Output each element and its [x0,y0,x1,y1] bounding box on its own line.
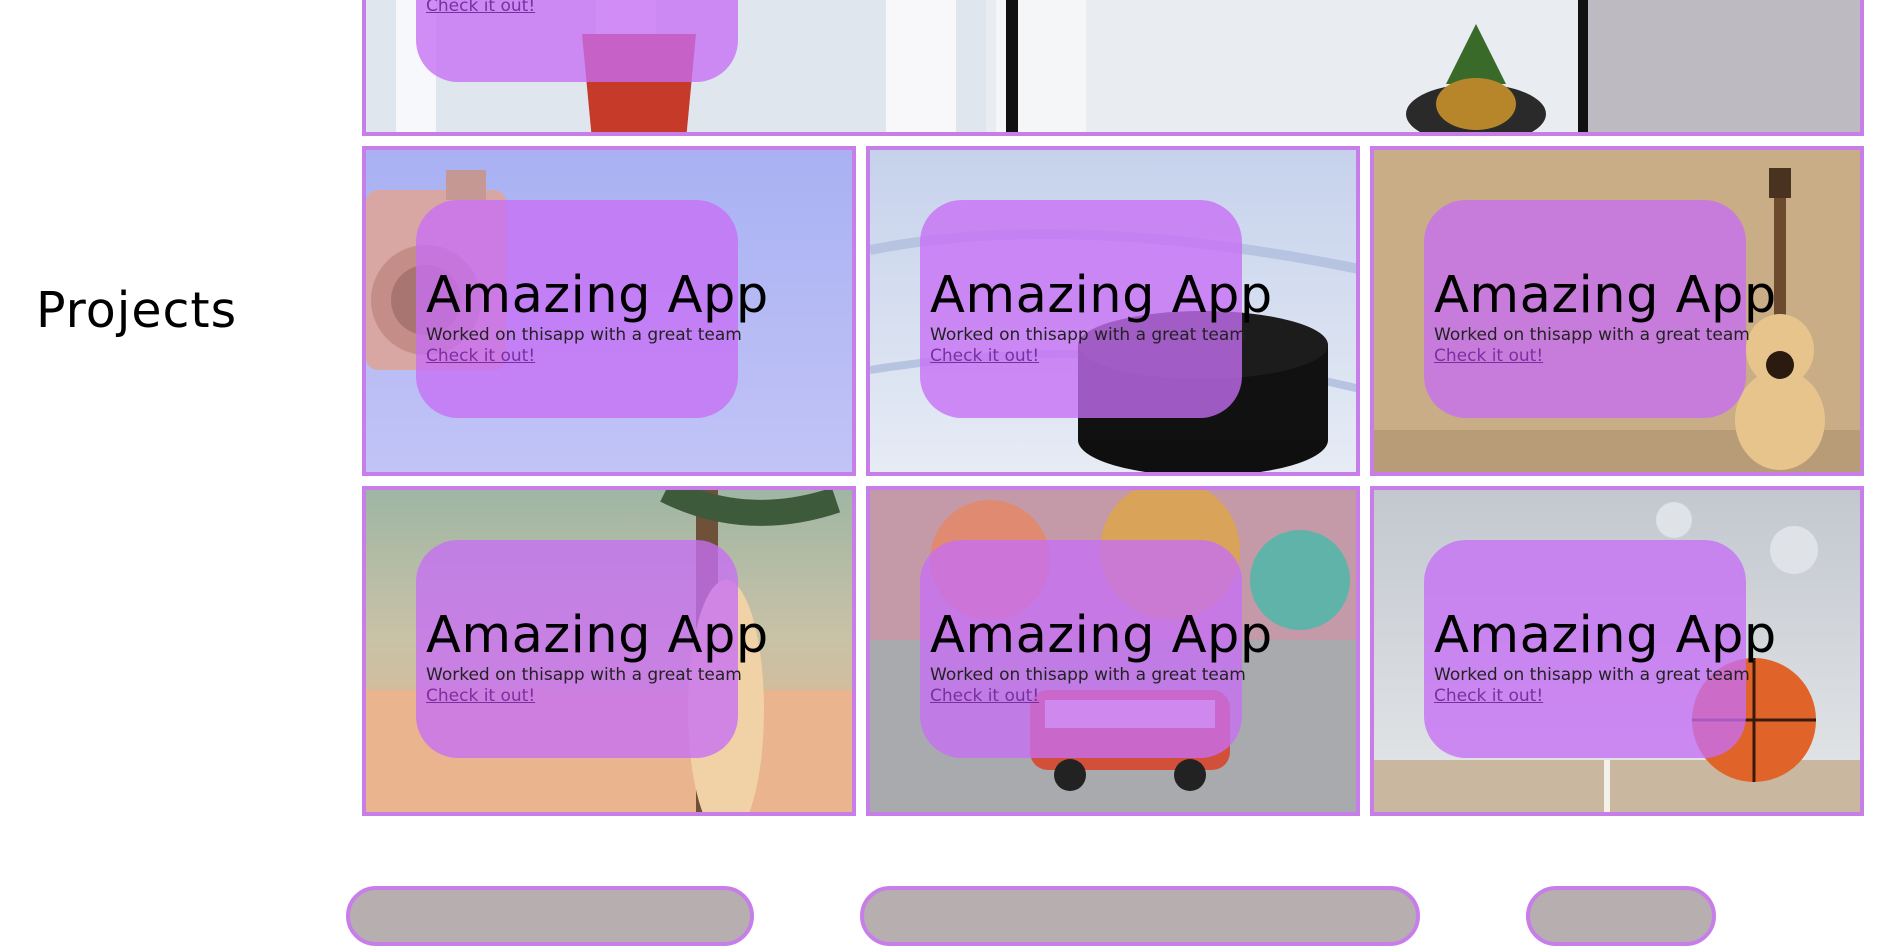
check-it-out-link[interactable]: Check it out! [1434,346,1543,366]
project-title: Amazing App [426,606,769,665]
check-it-out-link[interactable]: Check it out! [1434,686,1543,706]
project-title: Amazing App [426,266,769,325]
project-description: Worked on thisapp with a great team [426,665,742,685]
project-description: Worked on thisapp with a great team [930,665,1246,685]
check-it-out-link[interactable]: Check it out! [930,346,1039,366]
check-it-out-link[interactable]: Check it out! [426,686,535,706]
project-tile-featured: Check it out! [362,0,1864,136]
project-title: Amazing App [1434,606,1777,665]
bottom-pill [1526,886,1716,946]
project-tile: Amazing App Worked on thisapp with a gre… [362,486,856,816]
project-tile: Amazing App Worked on thisapp with a gre… [866,146,1360,476]
project-tile: Amazing App Worked on thisapp with a gre… [1370,146,1864,476]
project-tile: Amazing App Worked on thisapp with a gre… [362,146,856,476]
project-title: Amazing App [930,606,1273,665]
project-description: Worked on thisapp with a great team [1434,665,1750,685]
project-tile: Amazing App Worked on thisapp with a gre… [1370,486,1864,816]
check-it-out-link[interactable]: Check it out! [426,0,535,16]
section-title: Projects [36,282,238,339]
check-it-out-link[interactable]: Check it out! [930,686,1039,706]
project-description: Worked on thisapp with a great team [426,325,742,345]
project-description: Worked on thisapp with a great team [930,325,1246,345]
bottom-pill [346,886,754,946]
project-title: Amazing App [930,266,1273,325]
project-tile: Amazing App Worked on thisapp with a gre… [866,486,1360,816]
project-title: Amazing App [1434,266,1777,325]
bottom-pill [860,886,1420,946]
check-it-out-link[interactable]: Check it out! [426,346,535,366]
project-description: Worked on thisapp with a great team [1434,325,1750,345]
